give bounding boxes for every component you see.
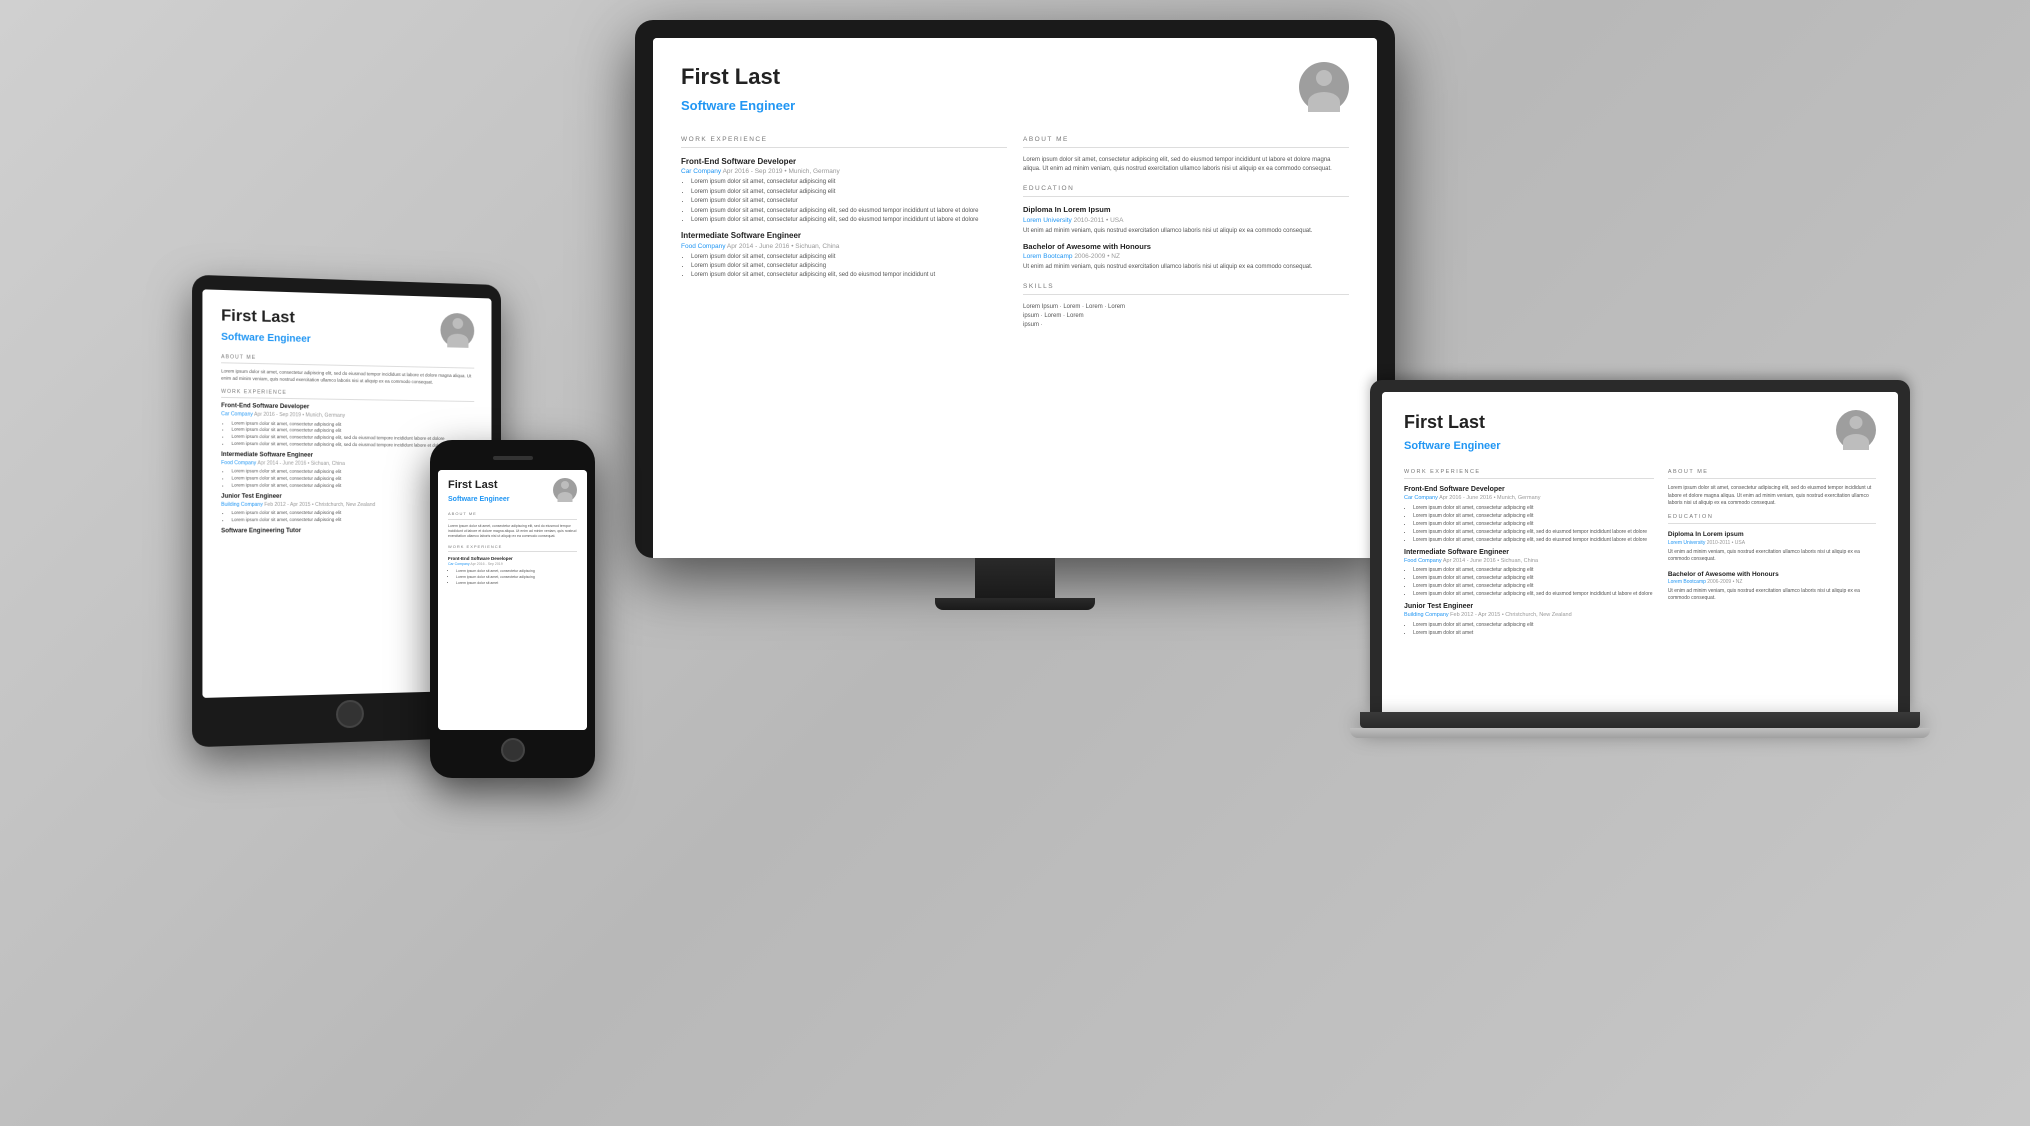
phone-header: First Last Software Engineer <box>448 478 577 505</box>
resume-title: Software Engineer <box>681 97 795 115</box>
tablet-name-block: First Last Software Engineer <box>221 306 311 346</box>
phone-about-title: ABOUT ME <box>448 511 577 520</box>
tablet-resume-name: First Last <box>221 306 311 330</box>
tablet-about-text: Lorem ipsum dolor sit amet, consectetur … <box>221 369 474 387</box>
about-text: Lorem ipsum dolor sit amet, consectetur … <box>1023 156 1349 174</box>
monitor-frame: First Last Software Engineer WORK EXPERI… <box>635 20 1395 558</box>
scene: First Last Software Engineer WORK EXPERI… <box>0 0 2030 1126</box>
laptop-lid: First Last Software Engineer .laptop-ava… <box>1370 380 1910 712</box>
monitor: First Last Software Engineer WORK EXPERI… <box>635 20 1395 610</box>
phone-screen: First Last Software Engineer ABOUT ME Lo… <box>438 470 587 730</box>
laptop-resume: First Last Software Engineer .laptop-ava… <box>1382 392 1898 712</box>
phone: First Last Software Engineer ABOUT ME Lo… <box>430 440 595 778</box>
phone-speaker <box>493 456 533 460</box>
laptop-edu1-name: Diploma In Lorem ipsum <box>1668 530 1876 539</box>
laptop-two-col: WORK EXPERIENCE Front-End Software Devel… <box>1404 465 1876 637</box>
monitor-stand <box>975 558 1055 598</box>
skills-text: Lorem Ipsum · Lorem · Lorem · Loremipsum… <box>1023 303 1349 330</box>
laptop-work-col: WORK EXPERIENCE Front-End Software Devel… <box>1404 465 1654 637</box>
laptop-screen: First Last Software Engineer .laptop-ava… <box>1382 392 1898 712</box>
phone-name-block: First Last Software Engineer <box>448 478 509 505</box>
laptop-resume-header: First Last Software Engineer .laptop-ava… <box>1404 410 1876 455</box>
phone-job1-company: Car Company Apr 2016 - Sep 2019 <box>448 562 577 567</box>
phone-home-button <box>501 738 525 762</box>
edu-section-title: EDUCATION <box>1023 184 1349 197</box>
laptop-edu2-name: Bachelor of Awesome with Honours <box>1668 570 1876 579</box>
laptop-edu2-school: Lorem Bootcamp 2006-2009 • NZ <box>1668 579 1876 586</box>
laptop-job1-bullets: Lorem ipsum dolor sit amet, consectetur … <box>1404 505 1654 544</box>
laptop-resume-title: Software Engineer <box>1404 439 1501 454</box>
laptop-job2-title: Intermediate Software Engineer <box>1404 548 1654 558</box>
tablet-home-button <box>336 700 364 729</box>
laptop-job3-bullets: Lorem ipsum dolor sit amet, consectetur … <box>1404 622 1654 637</box>
edu1-school: Lorem University 2010-2011 • USA <box>1023 216 1349 225</box>
phone-resume-name: First Last <box>448 478 509 493</box>
laptop-edu1-desc: Ut enim ad minim veniam, quis nostrud ex… <box>1668 549 1876 564</box>
laptop-bottom <box>1350 728 1930 738</box>
edu1-name: Diploma In Lorem Ipsum <box>1023 205 1349 216</box>
phone-frame: First Last Software Engineer ABOUT ME Lo… <box>430 440 595 778</box>
laptop: First Last Software Engineer .laptop-ava… <box>1370 380 1930 738</box>
laptop-job1-company: Car Company Apr 2016 - June 2016 • Munic… <box>1404 495 1654 503</box>
tablet-resume-title: Software Engineer <box>221 330 311 345</box>
monitor-screen: First Last Software Engineer WORK EXPERI… <box>653 38 1377 558</box>
phone-about-text: Lorem ipsum dolor sit amet, consectetur … <box>448 524 577 540</box>
job1-company: Car Company Apr 2016 - Sep 2019 • Munich… <box>681 167 1007 176</box>
laptop-right-col: ABOUT ME Lorem ipsum dolor sit amet, con… <box>1668 465 1876 637</box>
phone-resume: First Last Software Engineer ABOUT ME Lo… <box>438 470 587 730</box>
resume-two-col: WORK EXPERIENCE Front-End Software Devel… <box>681 125 1349 330</box>
edu2-name: Bachelor of Awesome with Honours <box>1023 242 1349 253</box>
laptop-avatar: .laptop-avatar-inner::before { width:12p… <box>1836 410 1876 450</box>
laptop-job1-title: Front-End Software Developer <box>1404 485 1654 495</box>
skills-section-title: SKILLS <box>1023 282 1349 295</box>
resume-name-block: First Last Software Engineer <box>681 62 795 115</box>
tablet-about-title: ABOUT ME <box>221 354 474 369</box>
monitor-resume: First Last Software Engineer WORK EXPERI… <box>653 38 1377 558</box>
tablet-work-title: WORK EXPERIENCE <box>221 389 474 403</box>
laptop-job3-title: Junior Test Engineer <box>1404 602 1654 612</box>
resume-name: First Last <box>681 62 795 93</box>
work-section-title: WORK EXPERIENCE <box>681 135 1007 148</box>
tablet-resume-header: First Last Software Engineer <box>221 306 474 350</box>
resume-header: First Last Software Engineer <box>681 62 1349 115</box>
work-col: WORK EXPERIENCE Front-End Software Devel… <box>681 125 1007 330</box>
edu2-desc: Ut enim ad minim veniam, quis nostrud ex… <box>1023 263 1349 272</box>
avatar <box>1299 62 1349 112</box>
laptop-job2-company: Food Company Apr 2014 - June 2016 • Sich… <box>1404 558 1654 566</box>
job1-bullets: Lorem ipsum dolor sit amet, consectetur … <box>681 178 1007 224</box>
laptop-about-text: Lorem ipsum dolor sit amet, consectetur … <box>1668 485 1876 508</box>
job1-title: Front-End Software Developer <box>681 156 1007 167</box>
laptop-job3-company: Building Company Feb 2012 - Apr 2015 • C… <box>1404 612 1654 620</box>
laptop-about-title: ABOUT ME <box>1668 469 1876 480</box>
phone-job1-bullets: Lorem ipsum dolor sit amet, consectetur … <box>448 569 577 586</box>
laptop-work-title: WORK EXPERIENCE <box>1404 469 1654 480</box>
phone-work-title: WORK EXPERIENCE <box>448 544 577 553</box>
about-section-title: ABOUT ME <box>1023 135 1349 148</box>
monitor-base <box>935 598 1095 610</box>
phone-avatar <box>553 478 577 502</box>
phone-resume-title: Software Engineer <box>448 495 509 505</box>
job2-title: Intermediate Software Engineer <box>681 230 1007 241</box>
edu1-desc: Ut enim ad minim veniam, quis nostrud ex… <box>1023 227 1349 236</box>
laptop-job2-bullets: Lorem ipsum dolor sit amet, consectetur … <box>1404 567 1654 598</box>
laptop-edu-title: EDUCATION <box>1668 514 1876 525</box>
laptop-resume-name: First Last <box>1404 410 1501 435</box>
job2-bullets: Lorem ipsum dolor sit amet, consectetur … <box>681 253 1007 280</box>
laptop-base <box>1360 712 1920 728</box>
laptop-name-block: First Last Software Engineer <box>1404 410 1501 455</box>
right-col: ABOUT ME Lorem ipsum dolor sit amet, con… <box>1023 125 1349 330</box>
laptop-edu2-desc: Ut enim ad minim veniam, quis nostrud ex… <box>1668 588 1876 603</box>
job2-company: Food Company Apr 2014 - June 2016 • Sich… <box>681 242 1007 251</box>
tablet-avatar <box>440 313 474 348</box>
edu2-school: Lorem Bootcamp 2006-2009 • NZ <box>1023 252 1349 261</box>
laptop-edu1-school: Lorem University 2010-2011 • USA <box>1668 540 1876 547</box>
